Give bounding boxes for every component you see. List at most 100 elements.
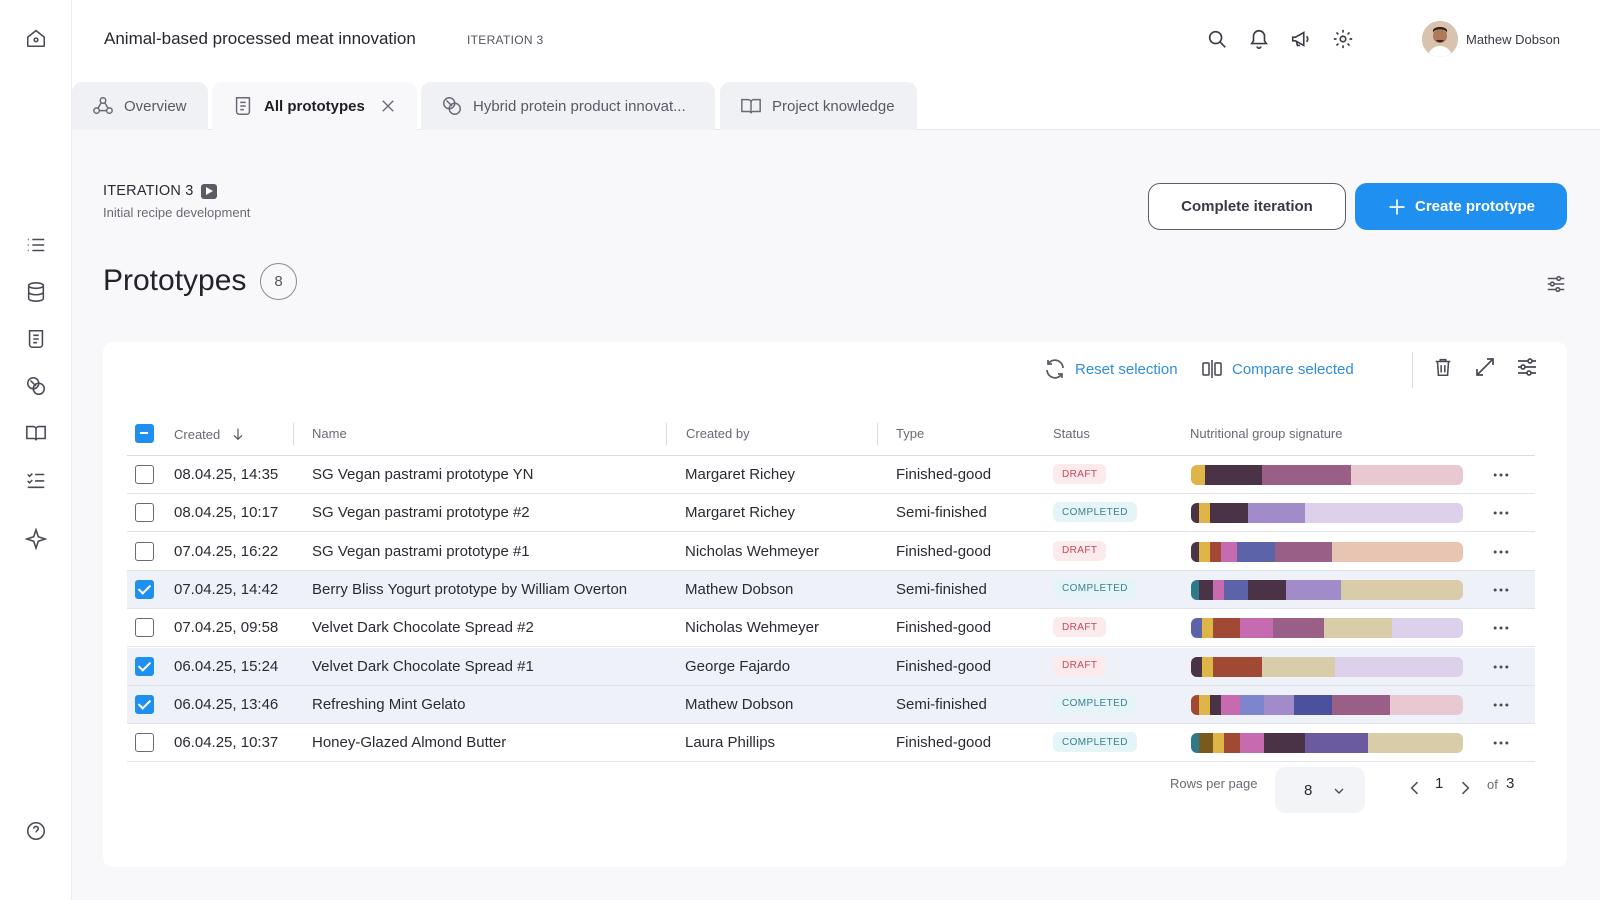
tab-label: Overview (124, 97, 187, 115)
type-cell: Finished-good (896, 657, 992, 675)
nutrition-signature-bar[interactable] (1191, 579, 1463, 600)
database-icon[interactable] (21, 277, 51, 307)
bell-icon[interactable] (1246, 26, 1272, 52)
trash-icon[interactable] (1432, 355, 1454, 379)
status-badge: DRAFT (1053, 617, 1107, 638)
row-checkbox[interactable] (135, 465, 154, 484)
created-by-cell: Margaret Richey (685, 504, 796, 522)
signature-segment (1191, 694, 1200, 715)
rows-per-page-select[interactable]: 8 (1275, 767, 1365, 813)
create-prototype-label: Create prototype (1414, 198, 1536, 215)
column-status[interactable]: Status (1053, 426, 1090, 441)
name-cell: Velvet Dark Chocolate Spread #2 (312, 619, 534, 637)
tab-hybrid-protein[interactable]: Hybrid protein product innovat... (421, 82, 715, 130)
column-signature[interactable]: Nutritional group signature (1190, 426, 1342, 441)
tab-label: Hybrid protein product innovat... (473, 97, 686, 115)
nutrition-signature-bar[interactable] (1191, 733, 1463, 754)
signature-segment (1191, 656, 1202, 677)
book-icon (740, 95, 762, 117)
table-row[interactable]: 07.04.25, 14:42 Berry Bliss Yogurt protot… (127, 570, 1535, 609)
megaphone-icon[interactable] (1288, 26, 1314, 52)
row-checkbox[interactable] (135, 694, 154, 714)
signature-segment (1199, 694, 1211, 715)
gear-icon[interactable] (1330, 26, 1356, 52)
sparkle-icon[interactable] (21, 524, 51, 554)
page-of-label: of (1487, 777, 1498, 792)
tab-overview[interactable]: Overview (72, 82, 208, 130)
create-prototype-button[interactable]: Create prototype (1355, 183, 1567, 230)
sliders-icon[interactable] (1515, 355, 1539, 379)
nutrition-signature-bar[interactable] (1191, 694, 1463, 715)
row-checkbox[interactable] (135, 579, 154, 599)
nodes-icon (92, 95, 114, 117)
signature-segment (1239, 694, 1265, 715)
status-badge: COMPLETED (1053, 502, 1137, 523)
tab-all-prototypes[interactable]: All prototypes (212, 82, 417, 130)
nutrition-signature-bar[interactable] (1191, 541, 1463, 562)
row-checkbox[interactable] (135, 733, 154, 753)
table-row[interactable]: 08.04.25, 10:17 SG Vegan pastrami prototy… (127, 494, 1535, 533)
tab-project-knowledge[interactable]: Project knowledge (720, 82, 917, 130)
signature-segment (1367, 733, 1463, 754)
more-options-icon[interactable] (1491, 657, 1511, 677)
more-options-icon[interactable] (1491, 580, 1511, 600)
search-icon[interactable] (1204, 26, 1230, 52)
table-row[interactable]: 07.04.25, 09:58 Velvet Dark Chocolate Spr… (127, 609, 1535, 648)
help-icon[interactable] (21, 816, 51, 846)
home-icon[interactable] (21, 23, 51, 53)
column-created[interactable]: Created (174, 426, 246, 442)
checklist-icon[interactable] (21, 465, 51, 495)
more-options-icon[interactable] (1491, 465, 1511, 485)
nutrition-signature-bar[interactable] (1191, 656, 1463, 677)
name-cell: SG Vegan pastrami prototype #2 (312, 504, 530, 522)
table-row[interactable]: 08.04.25, 14:35 SG Vegan pastrami prototy… (127, 456, 1535, 494)
row-checkbox[interactable] (135, 656, 154, 676)
row-checkbox[interactable] (135, 541, 154, 561)
ingredients-icon[interactable] (21, 371, 51, 401)
table-row[interactable]: 07.04.25, 16:22 SG Vegan pastrami prototy… (127, 533, 1535, 571)
play-icon[interactable] (200, 183, 217, 199)
nutrition-signature-bar[interactable] (1191, 503, 1463, 524)
more-options-icon[interactable] (1491, 503, 1511, 523)
more-options-icon[interactable] (1491, 542, 1511, 562)
arrow-down-icon (230, 426, 246, 442)
signature-segment (1210, 694, 1221, 715)
chevron-right-icon[interactable] (1455, 778, 1475, 798)
signature-segment (1332, 694, 1390, 715)
book-icon[interactable] (21, 418, 51, 448)
plus-icon (1387, 197, 1407, 217)
reset-selection-button[interactable]: Reset selection (1043, 354, 1178, 384)
nutrition-signature-bar[interactable] (1191, 465, 1463, 485)
signature-segment (1191, 733, 1200, 754)
list-icon[interactable] (21, 230, 51, 260)
row-checkbox[interactable] (135, 503, 154, 523)
prototype-icon[interactable] (21, 324, 51, 354)
expand-icon[interactable] (1473, 355, 1497, 379)
more-options-icon[interactable] (1491, 695, 1511, 715)
close-icon[interactable] (379, 97, 397, 115)
name-cell: Berry Bliss Yogurt prototype by William … (312, 580, 628, 598)
avatar[interactable] (1422, 21, 1458, 57)
signature-segment (1275, 541, 1333, 562)
sliders-icon[interactable] (1545, 273, 1567, 295)
more-options-icon[interactable] (1491, 733, 1511, 753)
column-created-by[interactable]: Created by (686, 426, 750, 441)
complete-iteration-button[interactable]: Complete iteration (1148, 183, 1346, 230)
column-type[interactable]: Type (896, 426, 924, 441)
table-row[interactable]: 06.04.25, 15:24 Velvet Dark Chocolate Spr… (127, 647, 1535, 686)
more-options-icon[interactable] (1491, 618, 1511, 638)
row-checkbox[interactable] (135, 618, 154, 638)
signature-segment (1210, 503, 1249, 524)
signature-segment (1191, 541, 1200, 562)
column-divider (877, 423, 878, 445)
table-row[interactable]: 06.04.25, 13:46 Refreshing Mint Gelato Mat… (127, 685, 1535, 724)
column-name[interactable]: Name (312, 426, 347, 441)
nutrition-signature-bar[interactable] (1191, 618, 1463, 639)
created-cell: 06.04.25, 10:37 (174, 734, 279, 752)
chevron-left-icon[interactable] (1405, 778, 1425, 798)
signature-segment (1201, 618, 1213, 639)
table-row[interactable]: 06.04.25, 10:37 Honey-Glazed Almond Butte… (127, 724, 1535, 763)
compare-selected-button[interactable]: Compare selected (1200, 354, 1354, 384)
select-all-checkbox[interactable] (135, 424, 154, 443)
signature-segment (1223, 733, 1240, 754)
